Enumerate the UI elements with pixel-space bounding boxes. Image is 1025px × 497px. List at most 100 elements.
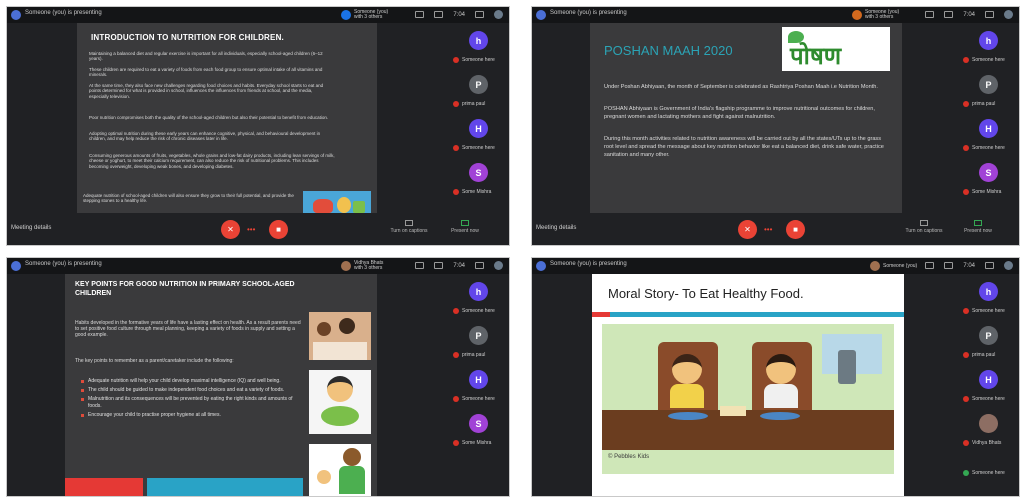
active-speaker: Vidhya Bhats with 3 others	[341, 260, 383, 272]
participant-avatar: h	[979, 31, 998, 50]
present-now-button[interactable]: Present now	[443, 220, 487, 234]
chat-icon[interactable]	[475, 262, 484, 269]
participant-name: Vidhya Bhats	[972, 440, 1002, 446]
participant-tile[interactable]: H Someone here	[449, 366, 507, 406]
speaker-avatar	[852, 10, 862, 20]
captions-button[interactable]: Turn on captions	[902, 220, 946, 234]
chat-icon[interactable]	[985, 262, 994, 269]
chat-icon[interactable]	[985, 11, 994, 18]
mic-off-icon	[963, 57, 969, 63]
participant-tile[interactable]: Someone here	[959, 460, 1017, 496]
participant-tile[interactable]: h Someone here	[959, 27, 1017, 67]
mic-off-icon	[963, 440, 969, 446]
slide-title: Moral Story- To Eat Healthy Food.	[608, 286, 804, 301]
participant-tile[interactable]: Vidhya Bhats	[959, 410, 1017, 450]
mic-off-button[interactable]: ✕	[738, 220, 757, 239]
bread-stack	[720, 406, 746, 416]
slide-accent-bar-red	[65, 478, 143, 496]
meet-top-bar: Someone (you) is presenting Vidhya Bhats…	[7, 258, 509, 274]
participant-tile[interactable]: H Someone here	[959, 115, 1017, 155]
participant-tile[interactable]: P prima paul	[959, 322, 1017, 362]
participant-tile[interactable]: S Some Mishra	[959, 159, 1017, 199]
layout-icon[interactable]	[925, 262, 935, 269]
meeting-details-button[interactable]: Meeting details	[11, 225, 51, 231]
presenting-text: Someone (you) is presenting	[550, 10, 627, 16]
participant-name: prima paul	[972, 352, 996, 358]
participant-tile[interactable]: h Someone here	[959, 278, 1017, 318]
participant-count-icon[interactable]	[1004, 10, 1013, 19]
slide-paragraph: Under Poshan Abhiyaan, the month of Sept…	[604, 84, 878, 90]
participant-avatar: H	[469, 370, 488, 389]
participant-avatar: H	[979, 119, 998, 138]
speaker-avatar	[341, 10, 351, 20]
mic-off-icon	[963, 101, 969, 107]
mic-off-button[interactable]: ✕	[221, 220, 240, 239]
participant-rail: h Someone here P prima paul H Someone he…	[955, 274, 1019, 496]
layout-icon[interactable]	[925, 11, 935, 18]
mic-off-icon	[963, 189, 969, 195]
captions-button[interactable]: Turn on captions	[387, 220, 431, 234]
mic-off-icon	[963, 308, 969, 314]
present-icon	[974, 220, 982, 226]
girl-shirt	[764, 384, 798, 408]
slide-title: KEY POINTS FOR GOOD NUTRITION IN PRIMARY…	[75, 281, 295, 297]
leave-call-icon[interactable]: •••	[247, 225, 255, 234]
participant-count-icon[interactable]	[494, 10, 503, 19]
list-item: Adequate nutrition will help your child …	[81, 378, 301, 384]
child-eating-illustration	[309, 370, 371, 434]
chat-icon[interactable]	[475, 11, 484, 18]
people-icon[interactable]	[944, 11, 954, 18]
participant-tile[interactable]: H Someone here	[959, 366, 1017, 406]
participant-avatar: P	[469, 326, 488, 345]
clock: 7:04	[453, 262, 465, 269]
present-icon	[963, 470, 969, 476]
participant-tile[interactable]: P prima paul	[449, 322, 507, 362]
participant-name: Someone here	[462, 57, 495, 63]
presented-slide: Moral Story- To Eat Healthy Food. © Pebb…	[592, 274, 904, 496]
present-now-button[interactable]: Present now	[956, 220, 1000, 234]
participant-tile[interactable]: h Someone here	[449, 278, 507, 318]
layout-icon[interactable]	[415, 262, 425, 269]
participant-tile[interactable]: H Someone here	[449, 115, 507, 155]
participant-tile[interactable]: P prima paul	[959, 71, 1017, 111]
participant-tile[interactable]: h Someone here	[449, 27, 507, 67]
camera-off-button[interactable]: ■	[786, 220, 805, 239]
meet-logo-icon	[11, 261, 21, 271]
mic-off-icon	[963, 396, 969, 402]
list-item: Encourage your child to practise proper …	[81, 412, 301, 418]
participant-count-icon[interactable]	[1004, 261, 1013, 270]
mic-off-icon	[453, 101, 459, 107]
camera-off-button[interactable]: ■	[269, 220, 288, 239]
clock: 7:04	[963, 11, 975, 18]
clock: 7:04	[453, 11, 465, 18]
slide-paragraph: Adopting optimal nutrition during these …	[89, 131, 321, 142]
layout-icon[interactable]	[415, 11, 425, 18]
mic-off-icon	[453, 57, 459, 63]
participant-count-icon[interactable]	[494, 261, 503, 270]
participant-name: prima paul	[462, 101, 486, 107]
participant-tile[interactable]: P prima paul	[449, 71, 507, 111]
boy-shirt	[670, 384, 704, 408]
people-icon[interactable]	[944, 262, 954, 269]
people-icon[interactable]	[434, 11, 444, 18]
participant-name: prima paul	[462, 352, 486, 358]
presenting-text: Someone (you) is presenting	[25, 261, 102, 267]
logo-text: पोषण	[790, 42, 842, 70]
leave-call-icon[interactable]: •••	[764, 225, 772, 234]
participant-name: prima paul	[972, 101, 996, 107]
participant-tile[interactable]: S Some Mishra	[449, 159, 507, 199]
participant-name: Someone here	[462, 145, 495, 151]
meet-top-bar: Someone (you) is presenting Someone (you…	[532, 258, 1019, 274]
clock: 7:04	[963, 262, 975, 269]
slide-title: INTRODUCTION TO NUTRITION FOR CHILDREN.	[91, 33, 284, 42]
participant-rail: h Someone here P prima paul H Someone he…	[955, 23, 1019, 213]
meet-logo-icon	[536, 261, 546, 271]
meeting-details-button[interactable]: Meeting details	[536, 225, 576, 231]
people-icon[interactable]	[434, 262, 444, 269]
participant-tile[interactable]: S Some Mishra	[449, 410, 507, 450]
meet-top-bar: Someone (you) is presenting Someone (you…	[532, 7, 1019, 23]
plate-left	[668, 412, 708, 420]
speaker-label: Someone (you) with 3 others	[354, 9, 389, 20]
slide-accent-bar-blue	[147, 478, 303, 496]
slide-title: POSHAN MAAH 2020	[604, 43, 733, 58]
